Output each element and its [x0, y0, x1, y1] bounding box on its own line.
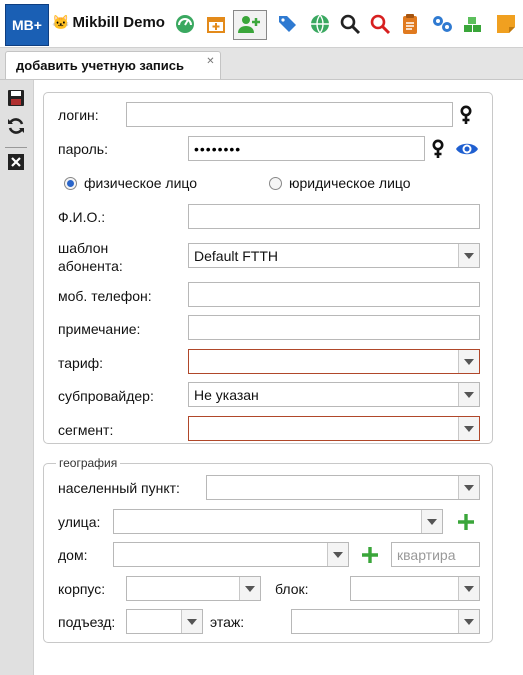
street-select[interactable] [113, 509, 443, 534]
block-label: блок: [275, 581, 309, 597]
floor-select[interactable] [291, 609, 480, 634]
house-select[interactable] [113, 542, 349, 567]
globe-icon[interactable] [308, 12, 332, 36]
subprovider-select-value: Не указан [194, 387, 259, 403]
geography-group: география населенный пункт: улица: дом: … [43, 456, 493, 643]
entrance-label: подъезд: [58, 614, 116, 630]
building-select[interactable] [126, 576, 261, 601]
phone-label: моб. телефон: [58, 288, 152, 304]
chevron-down-icon[interactable] [181, 610, 202, 633]
radio-company[interactable] [269, 177, 282, 190]
fio-input[interactable] [188, 204, 480, 229]
subprovider-label: субпровайдер: [58, 388, 154, 404]
note-label: примечание: [58, 321, 141, 337]
close-icon[interactable] [6, 152, 26, 172]
dashboard-icon[interactable] [173, 12, 197, 36]
tariff-select[interactable] [188, 349, 480, 374]
password-generate-icon[interactable] [427, 138, 449, 160]
sticky-note-icon[interactable] [494, 12, 518, 36]
city-label: населенный пункт: [58, 480, 180, 496]
chevron-down-icon[interactable] [239, 577, 260, 600]
template-label-line1: шаблон [58, 240, 109, 256]
tab-bar: добавить учетную запись ✕ [0, 48, 523, 80]
radio-company-label[interactable]: юридическое лицо [289, 175, 411, 192]
block-select[interactable] [350, 576, 480, 601]
tags-icon[interactable] [276, 12, 300, 36]
segment-label: сегмент: [58, 422, 114, 438]
account-form-panel: логин: пароль: физическое лицо юридическ… [34, 80, 523, 675]
radio-individual[interactable] [64, 177, 77, 190]
app-brand: 🐱 Mikbill Demo [52, 14, 165, 31]
login-label: логин: [58, 107, 99, 123]
chevron-down-icon[interactable] [421, 510, 442, 533]
search-red-icon[interactable] [368, 12, 392, 36]
password-label: пароль: [58, 141, 108, 157]
building-label: корпус: [58, 581, 106, 597]
tab-add-account[interactable]: добавить учетную запись ✕ [5, 51, 221, 79]
fio-label: Ф.И.О.: [58, 209, 106, 225]
radio-individual-label[interactable]: физическое лицо [84, 175, 197, 192]
city-select[interactable] [206, 475, 480, 500]
subprovider-select[interactable]: Не указан [188, 382, 480, 407]
add-street-icon[interactable] [454, 510, 478, 534]
password-input[interactable] [188, 136, 425, 161]
clipboard-icon[interactable] [398, 12, 422, 36]
template-select-value: Default FTTH [194, 248, 279, 264]
chevron-down-icon[interactable] [458, 244, 479, 267]
chevron-down-icon[interactable] [458, 476, 479, 499]
side-divider [5, 147, 27, 148]
chevron-down-icon[interactable] [327, 543, 348, 566]
add-user-icon [237, 12, 261, 36]
note-input[interactable] [188, 315, 480, 340]
settings-icon[interactable] [430, 12, 454, 36]
street-label: улица: [58, 514, 101, 530]
chevron-down-icon[interactable] [458, 610, 479, 633]
chevron-down-icon[interactable] [458, 350, 479, 373]
save-icon[interactable] [6, 88, 26, 108]
refresh-icon[interactable] [6, 116, 26, 136]
tariff-label: тариф: [58, 355, 104, 371]
add-house-icon[interactable] [358, 543, 382, 567]
segment-select[interactable] [188, 416, 480, 441]
phone-input[interactable] [188, 282, 480, 307]
calendar-add-icon[interactable] [204, 12, 228, 36]
account-group: логин: пароль: физическое лицо юридическ… [43, 92, 493, 444]
floor-label: этаж: [210, 614, 245, 630]
chevron-down-icon[interactable] [458, 383, 479, 406]
chevron-down-icon[interactable] [458, 577, 479, 600]
tab-label: добавить учетную запись [16, 58, 184, 73]
side-toolbar [0, 80, 34, 675]
show-password-eye-icon[interactable] [454, 138, 480, 160]
template-label-line2: абонента: [58, 258, 123, 274]
house-label: дом: [58, 547, 88, 563]
top-toolbar: MB+ 🐱 Mikbill Demo [0, 0, 523, 48]
login-generate-icon[interactable] [455, 104, 477, 126]
apartment-input[interactable] [391, 542, 480, 567]
stack-icon[interactable] [461, 12, 485, 36]
brand-name: Mikbill Demo [72, 14, 165, 31]
search-icon[interactable] [338, 12, 362, 36]
cat-icon: 🐱 [52, 14, 70, 30]
template-select[interactable]: Default FTTH [188, 243, 480, 268]
chevron-down-icon[interactable] [458, 417, 479, 440]
app-logo[interactable]: MB+ [5, 4, 49, 46]
login-input[interactable] [126, 102, 453, 127]
tab-close-icon[interactable]: ✕ [205, 56, 216, 67]
geography-legend: география [56, 456, 121, 470]
entrance-select[interactable] [126, 609, 203, 634]
